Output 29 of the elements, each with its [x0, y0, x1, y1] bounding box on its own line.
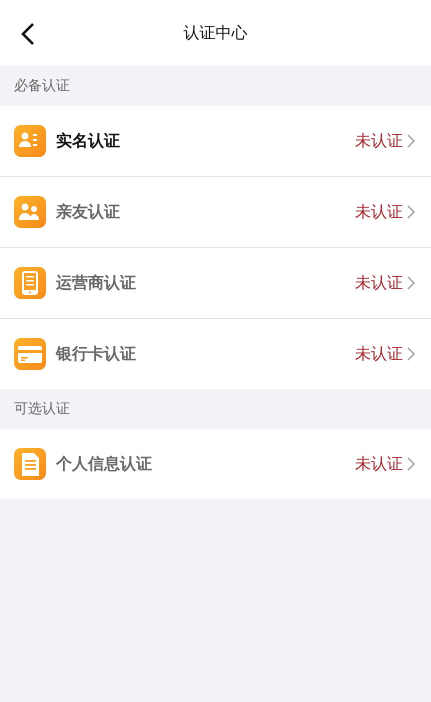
section-title: 可选认证: [13, 400, 71, 419]
status-text: 未认证: [355, 344, 403, 364]
verification-label: 个人信息认证: [56, 454, 153, 474]
verification-label: 银行卡认证: [56, 344, 137, 364]
id-card-icon: [14, 125, 46, 157]
verification-row[interactable]: 个人信息认证 未认证: [0, 429, 431, 499]
status-text: 未认证: [355, 130, 403, 152]
chevron-icon: [407, 457, 415, 471]
status-text: 未认证: [355, 454, 403, 474]
status-text: 未认证: [355, 202, 403, 222]
document-icon: [14, 448, 46, 480]
verification-row[interactable]: 银行卡认证 未认证: [0, 319, 431, 389]
verification-label: 运营商认证: [56, 272, 137, 294]
page-title: 认证中心: [184, 22, 248, 44]
verification-label: 亲友认证: [56, 202, 121, 222]
verification-row[interactable]: 运营商认证 未认证: [0, 248, 431, 319]
verification-row[interactable]: 实名认证 未认证: [0, 106, 431, 177]
phone-icon: [14, 267, 46, 299]
status-text: 未认证: [355, 272, 403, 294]
chevron-icon: [407, 276, 415, 290]
chevron-icon: [407, 205, 415, 219]
verification-row[interactable]: 亲友认证 未认证: [0, 177, 431, 248]
chevron-icon: [407, 134, 415, 148]
verification-label: 实名认证: [56, 130, 121, 152]
chevron-icon: [407, 347, 415, 361]
card-icon: [14, 338, 46, 370]
back-icon: [21, 22, 35, 46]
people-icon: [14, 196, 46, 228]
section-title: 必备认证: [13, 77, 71, 96]
